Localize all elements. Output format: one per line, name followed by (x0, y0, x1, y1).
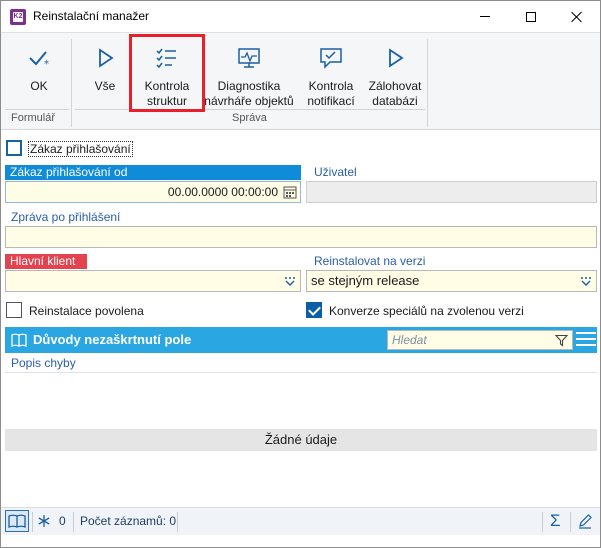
grid-title: Důvody nezaškrtnutí pole (33, 332, 192, 347)
dropdown-chevron-icon[interactable] (579, 274, 593, 288)
group-label-formular: Formulář (11, 112, 56, 124)
edit-pencil-icon[interactable] (577, 513, 593, 529)
login-ban-from-field[interactable]: 00.00.0000 00:00:00 (5, 181, 301, 203)
minimize-button[interactable] (462, 1, 508, 32)
login-ban-label: Zákaz přihlašování (28, 141, 133, 157)
chat-check-icon (318, 45, 344, 71)
maximize-icon (526, 11, 536, 22)
status-bar: 0 Počet záznamů: 0 Σ (1, 507, 600, 535)
login-ban-from-value: 00.00.0000 00:00:00 (167, 185, 278, 199)
check-notifications-label: Kontrola notifikací (307, 79, 355, 108)
ribbon: * OK Formulář Vše Kontrola struktur Diag… (1, 32, 600, 130)
book-icon (8, 514, 26, 528)
message-field[interactable] (5, 226, 597, 248)
status-separator (542, 512, 543, 532)
status-separator (570, 512, 571, 532)
ribbon-separator (427, 39, 428, 127)
minimize-icon (480, 16, 490, 17)
grid-header: Důvody nezaškrtnutí pole Hledat (5, 327, 597, 353)
maximize-button[interactable] (508, 1, 554, 32)
hamburger-menu-icon[interactable] (576, 332, 596, 348)
check-star-icon: * (26, 45, 52, 71)
group-underline (75, 109, 425, 110)
all-button-label: Vše (94, 79, 116, 93)
object-designer-diagnostics-button[interactable]: Diagnostika návrháře objektů (203, 37, 295, 111)
reinstall-version-value: se stejným release (311, 273, 420, 288)
record-count: Počet záznamů: 0 (80, 514, 177, 528)
view-toggle-button[interactable] (5, 510, 29, 532)
main-client-field[interactable] (5, 270, 301, 292)
status-separator (73, 512, 74, 532)
no-data-message: Žádné údaje (5, 429, 597, 451)
login-ban-from-label: Zákaz přihlašování od (5, 165, 301, 180)
monitor-pulse-icon (236, 45, 262, 71)
play-icon (382, 45, 408, 71)
book-icon (11, 333, 27, 348)
play-icon (92, 45, 118, 71)
svg-text:*: * (44, 59, 49, 70)
backup-database-label: Zálohovat databázi (368, 79, 422, 108)
object-designer-diagnostics-label: Diagnostika návrháře objektů (204, 79, 294, 108)
reinstall-version-label: Reinstalovat na verzi (314, 254, 426, 268)
login-ban-checkbox[interactable] (6, 140, 22, 156)
check-notifications-button[interactable]: Kontrola notifikací (299, 37, 363, 111)
grid-search-input[interactable]: Hledat (387, 330, 573, 350)
close-button[interactable] (554, 1, 600, 32)
calendar-icon[interactable] (283, 185, 297, 199)
app-logo-icon: K2 (10, 9, 26, 25)
all-button[interactable]: Vše (79, 37, 131, 111)
search-placeholder: Hledat (392, 333, 427, 347)
grid-column-header: Popis chyby (5, 353, 597, 373)
reinstall-version-select[interactable]: se stejným release (306, 270, 597, 292)
column-header-error-description[interactable]: Popis chyby (11, 356, 76, 370)
frozen-count: 0 (59, 514, 66, 528)
window-title: Reinstalační manažer (33, 9, 150, 23)
sum-icon[interactable]: Σ (550, 511, 561, 531)
main-client-label: Hlavní klient (5, 254, 87, 269)
window: K2 Reinstalační manažer * OK Formulář Vš… (0, 0, 601, 548)
user-label: Uživatel (314, 165, 357, 179)
ribbon-separator (71, 39, 72, 127)
ok-button[interactable]: * OK (9, 37, 69, 111)
grid-body: Žádné údaje (5, 373, 597, 505)
status-separator (177, 512, 178, 532)
install-allowed-checkbox[interactable] (6, 302, 22, 318)
close-icon (571, 11, 583, 23)
backup-database-button[interactable]: Zálohovat databázi (363, 37, 427, 111)
ok-button-label: OK (30, 79, 48, 93)
check-structures-button[interactable]: Kontrola struktur (133, 37, 201, 111)
group-label-sprava: Správa (232, 112, 267, 124)
dropdown-chevron-icon[interactable] (283, 274, 297, 288)
user-field (306, 181, 597, 203)
convert-specials-label: Konverze speciálů na zvolenou verzi (329, 304, 524, 318)
snowflake-icon[interactable] (37, 514, 51, 528)
title-bar: K2 Reinstalační manažer (1, 1, 600, 32)
check-structures-label: Kontrola struktur (144, 79, 190, 108)
group-underline (5, 109, 69, 110)
status-separator (32, 512, 33, 532)
install-allowed-label: Reinstalace povolena (29, 304, 144, 318)
filter-icon[interactable] (555, 334, 568, 347)
convert-specials-checkbox[interactable] (306, 302, 322, 318)
message-label: Zpráva po přihlášení (11, 210, 121, 224)
checklist-icon (154, 45, 180, 71)
